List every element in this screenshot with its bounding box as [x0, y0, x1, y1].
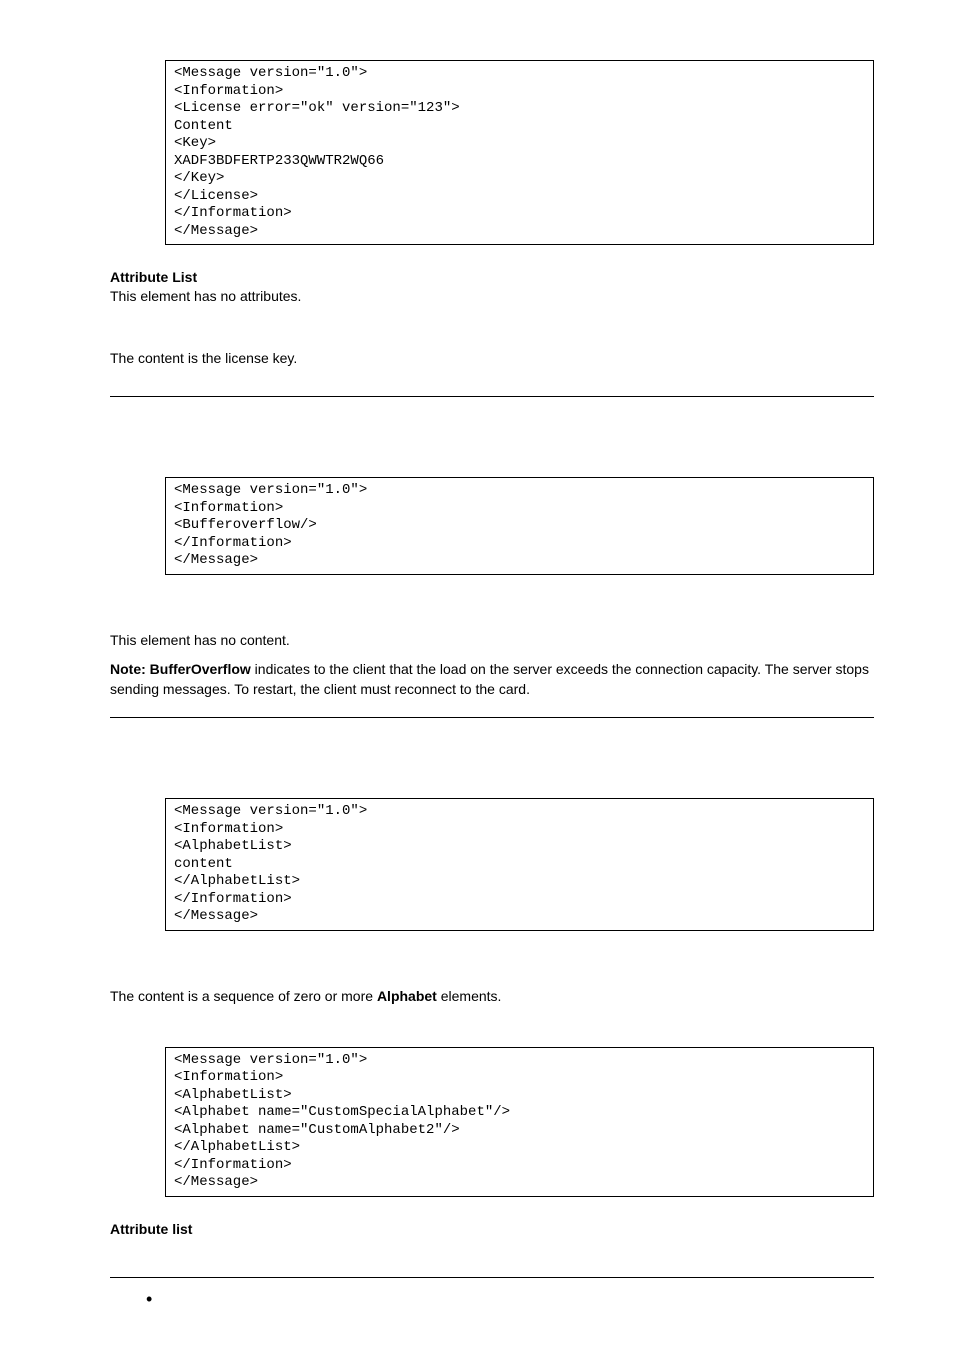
seq-bold: Alphabet	[377, 988, 437, 1004]
section-divider-1	[110, 396, 874, 397]
paragraph-alphabet-seq: The content is a sequence of zero or mor…	[110, 987, 874, 1007]
code-block-3: <Message version="1.0"> <Information> <A…	[165, 798, 874, 931]
code-block-1: <Message version="1.0"> <Information> <L…	[165, 60, 874, 245]
seq-post: elements.	[437, 988, 502, 1004]
note-label: Note: BufferOverflow	[110, 661, 251, 677]
code-block-4: <Message version="1.0"> <Information> <A…	[165, 1047, 874, 1197]
code-block-2: <Message version="1.0"> <Information> <B…	[165, 477, 874, 575]
section-divider-2	[110, 717, 874, 718]
seq-pre: The content is a sequence of zero or mor…	[110, 988, 377, 1004]
heading-attribute-list-1: Attribute List	[110, 269, 874, 285]
paragraph-no-content: This element has no content.	[110, 631, 874, 651]
document-page: <Message version="1.0"> <Information> <L…	[0, 0, 954, 1348]
heading-attribute-list-2: Attribute list	[110, 1221, 874, 1237]
paragraph-note: Note: BufferOverflow indicates to the cl…	[110, 660, 874, 699]
paragraph-no-attributes: This element has no attributes.	[110, 287, 874, 307]
paragraph-license-key: The content is the license key.	[110, 349, 874, 369]
section-divider-3	[110, 1277, 874, 1278]
bullet-point: •	[146, 1290, 874, 1308]
